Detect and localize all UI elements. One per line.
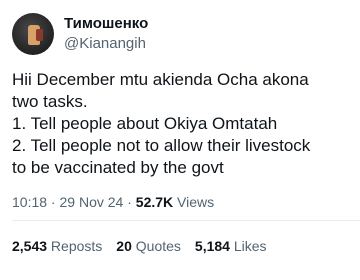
reposts-stat[interactable]: 2,543 Reposts <box>12 236 102 256</box>
author-handle[interactable]: @Kianangih <box>64 34 148 54</box>
quotes-stat[interactable]: 20 Quotes <box>116 236 181 256</box>
tweet-text-line: Hii December mtu akienda Ocha akona <box>12 70 309 89</box>
tweet-text-line: 2. Tell people not to allow their livest… <box>12 136 311 155</box>
reposts-label: Reposts <box>47 238 103 254</box>
tweet-text-line: two tasks. <box>12 92 88 111</box>
likes-label: Likes <box>229 238 267 254</box>
quotes-label: Quotes <box>131 238 181 254</box>
tweet-text-line: to be vaccinated by the govt <box>12 158 224 177</box>
likes-count: 5,184 <box>194 238 230 254</box>
author-names: Тимошенко @Kianangih <box>64 14 148 54</box>
tweet-header: Тимошенко @Kianangih <box>12 13 148 55</box>
tweet-meta: 10:18 · 29 Nov 24 · 52.7K Views <box>12 192 214 212</box>
avatar-figure-accent <box>36 29 43 41</box>
quotes-count: 20 <box>116 238 132 254</box>
divider <box>12 220 360 221</box>
tweet-time[interactable]: 10:18 <box>12 194 47 210</box>
tweet-date[interactable]: 29 Nov 24 <box>60 194 124 210</box>
meta-separator: · <box>123 194 136 210</box>
avatar[interactable] <box>12 13 54 55</box>
views-label: Views <box>173 194 215 210</box>
tweet-text-line: 1. Tell people about Okiya Omtatah <box>12 114 278 133</box>
author-display-name[interactable]: Тимошенко <box>64 14 148 34</box>
tweet-stats: 2,543 Reposts 20 Quotes 5,184 Likes <box>12 236 281 256</box>
views-count[interactable]: 52.7K <box>136 194 173 210</box>
reposts-count: 2,543 <box>12 238 48 254</box>
meta-separator: · <box>47 194 60 210</box>
tweet-text: Hii December mtu akienda Ocha akona two … <box>12 69 352 179</box>
likes-stat[interactable]: 5,184 Likes <box>195 236 267 256</box>
tweet-card: Тимошенко @Kianangih Hii December mtu ak… <box>0 0 360 280</box>
